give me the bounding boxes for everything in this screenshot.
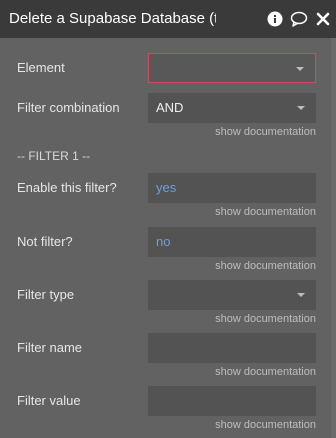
chevron-down-icon bbox=[296, 67, 304, 71]
not-filter-doc-link[interactable]: show documentation bbox=[215, 260, 316, 273]
filter-name-doc-link[interactable]: show documentation bbox=[215, 366, 316, 379]
scrollbar[interactable] bbox=[331, 38, 336, 438]
filter-name-label: Filter name bbox=[17, 340, 83, 355]
not-filter-value[interactable]: no bbox=[156, 234, 170, 250]
filter-value-input[interactable] bbox=[148, 386, 316, 416]
enable-filter-field[interactable]: yes bbox=[148, 173, 316, 203]
window-title: Delete a Supabase Database (te bbox=[9, 10, 216, 27]
not-filter-field[interactable]: no bbox=[148, 227, 316, 257]
filter-name-input[interactable] bbox=[148, 333, 316, 363]
filter-type-label: Filter type bbox=[17, 287, 75, 302]
filter-value-label: Filter value bbox=[17, 393, 81, 408]
filter-type-doc-link[interactable]: show documentation bbox=[215, 313, 316, 326]
chevron-down-icon bbox=[297, 106, 305, 110]
enable-filter-doc-link[interactable]: show documentation bbox=[215, 206, 316, 219]
filter-combination-label: Filter combination bbox=[17, 100, 120, 115]
title-bar: Delete a Supabase Database (te bbox=[0, 0, 336, 38]
filter-combination-dropdown[interactable]: AND bbox=[148, 93, 316, 123]
filter-combination-doc-link[interactable]: show documentation bbox=[215, 126, 316, 139]
comment-icon[interactable] bbox=[290, 11, 308, 27]
enable-filter-value[interactable]: yes bbox=[156, 180, 176, 196]
chevron-down-icon bbox=[297, 293, 305, 297]
close-icon[interactable] bbox=[316, 11, 330, 27]
filter-section-header: -- FILTER 1 -- bbox=[17, 149, 91, 163]
filter-combination-value: AND bbox=[156, 100, 184, 115]
enable-filter-label: Enable this filter? bbox=[17, 180, 117, 195]
element-dropdown[interactable] bbox=[148, 53, 316, 83]
not-filter-label: Not filter? bbox=[17, 234, 73, 249]
info-icon[interactable] bbox=[267, 11, 283, 27]
filter-value-doc-link[interactable]: show documentation bbox=[215, 419, 316, 432]
element-label: Element bbox=[17, 60, 65, 75]
filter-type-dropdown[interactable] bbox=[148, 280, 316, 310]
